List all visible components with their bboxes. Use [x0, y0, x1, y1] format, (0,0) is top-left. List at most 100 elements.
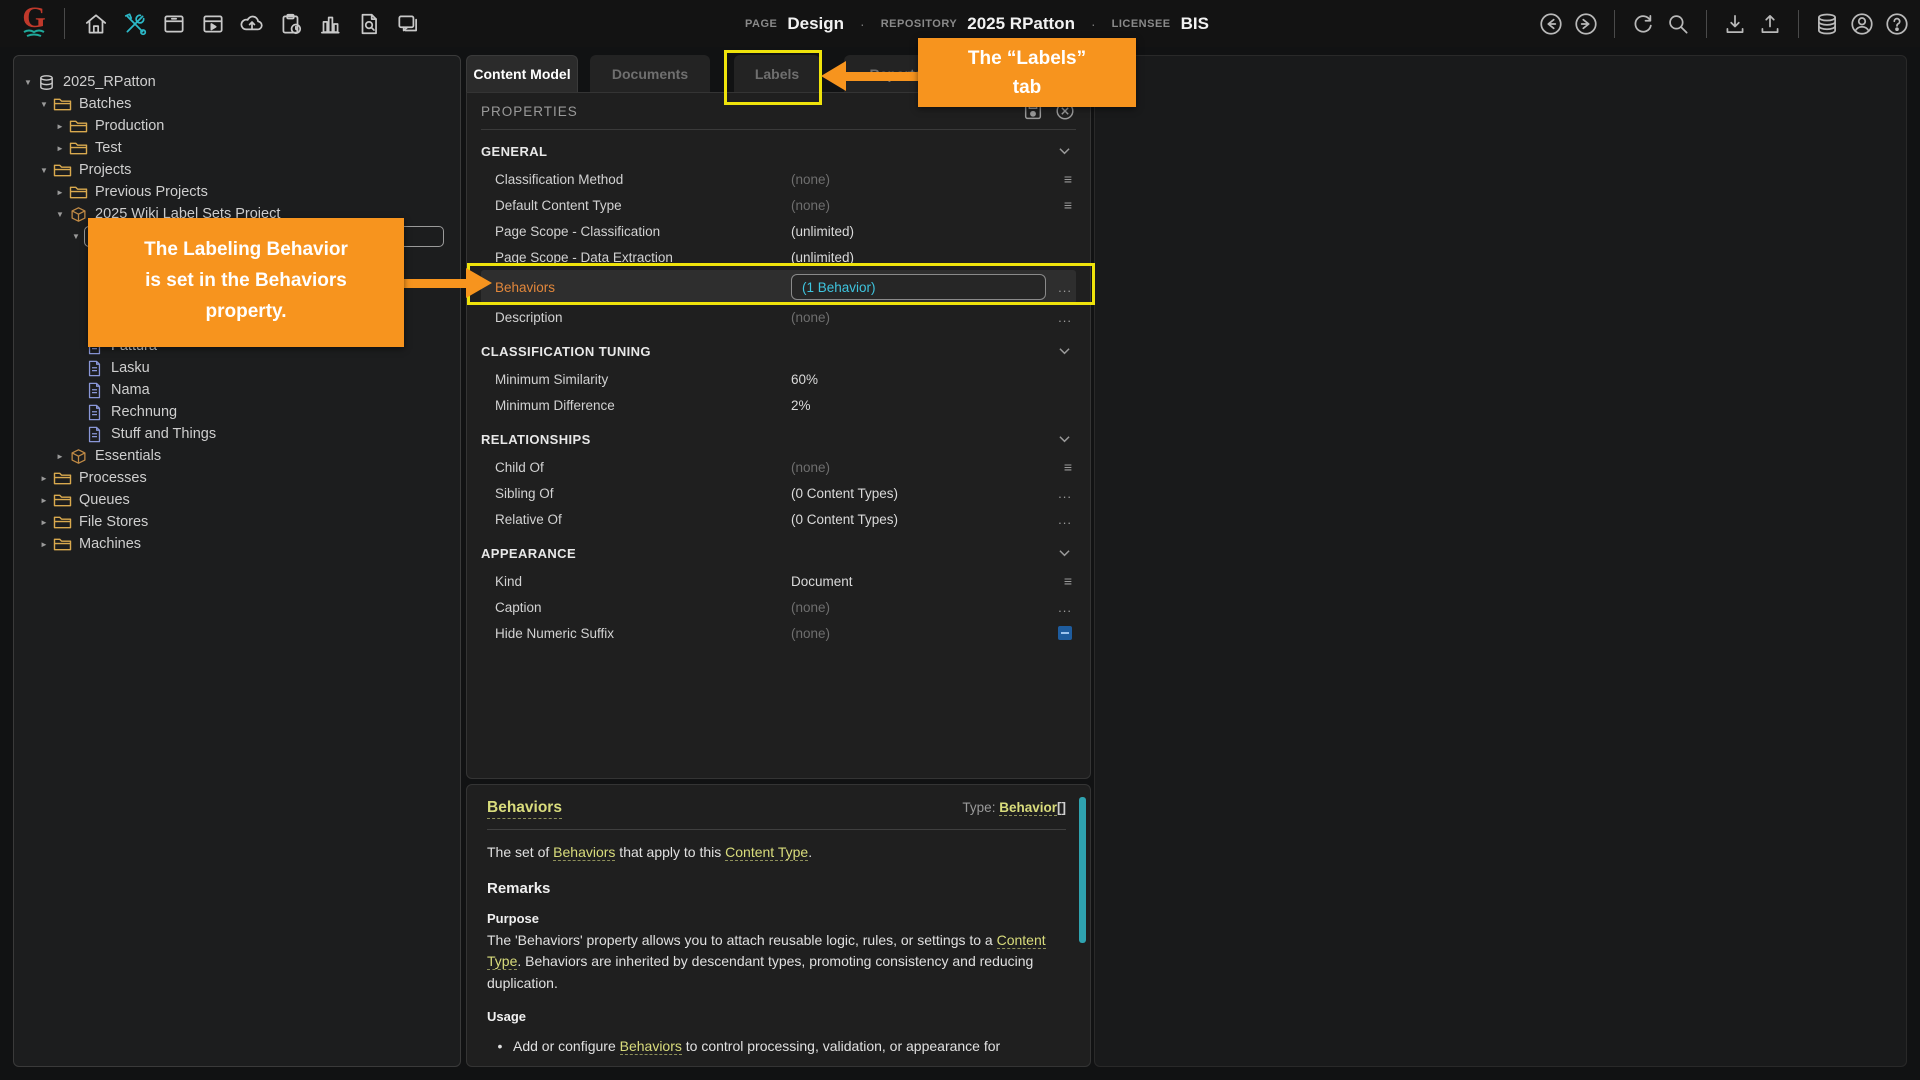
- property-value[interactable]: (none): [791, 626, 1046, 641]
- expander-closed-icon[interactable]: ►: [52, 188, 68, 197]
- ellipsis-icon[interactable]: ...: [1046, 310, 1076, 325]
- property-row-child-of[interactable]: Child Of(none)≡: [481, 454, 1076, 480]
- tree-item-production[interactable]: ►Production: [14, 115, 460, 137]
- expander-open-icon[interactable]: ▼: [68, 232, 84, 241]
- expander-closed-icon[interactable]: ►: [52, 452, 68, 461]
- ellipsis-icon[interactable]: ...: [1046, 600, 1076, 615]
- property-row-minimum-similarity[interactable]: Minimum Similarity60%: [481, 366, 1076, 392]
- help-icon[interactable]: [1884, 11, 1910, 37]
- expander-closed-icon[interactable]: ►: [36, 518, 52, 527]
- expander-closed-icon[interactable]: ►: [36, 496, 52, 505]
- tree-item-lasku[interactable]: Lasku: [14, 357, 460, 379]
- expander-open-icon[interactable]: ▼: [36, 166, 52, 175]
- home-icon[interactable]: [82, 10, 110, 38]
- chat-icon[interactable]: [394, 10, 422, 38]
- property-value[interactable]: (none): [791, 600, 1046, 615]
- chevron-down-icon: [1059, 342, 1070, 360]
- build-tools-icon[interactable]: [121, 10, 149, 38]
- breadcrumb-repository-value[interactable]: 2025 RPatton: [967, 14, 1075, 34]
- stats-icon[interactable]: [316, 10, 344, 38]
- property-value[interactable]: (0 Content Types): [791, 512, 1046, 527]
- toolbar-right: [1538, 0, 1910, 47]
- tree-item-file-stores[interactable]: ►File Stores: [14, 511, 460, 533]
- tree-item-2025-rpatton[interactable]: ▼2025_RPatton: [14, 71, 460, 93]
- section-header-general[interactable]: GENERAL: [481, 136, 1076, 166]
- expander-open-icon[interactable]: ▼: [36, 100, 52, 109]
- property-value[interactable]: Document: [791, 574, 1046, 589]
- property-row-kind[interactable]: KindDocument≡: [481, 568, 1076, 594]
- property-row-sibling-of[interactable]: Sibling Of(0 Content Types)...: [481, 480, 1076, 506]
- expander-open-icon[interactable]: ▼: [52, 210, 68, 219]
- behaviors-link[interactable]: Behaviors: [620, 1038, 682, 1055]
- property-value[interactable]: 60%: [791, 372, 1046, 387]
- menu-icon[interactable]: ≡: [1046, 459, 1076, 475]
- tree-item-stuff-and-things[interactable]: Stuff and Things: [14, 423, 460, 445]
- tree-item-projects[interactable]: ▼Projects: [14, 159, 460, 181]
- menu-icon[interactable]: ≡: [1046, 197, 1076, 213]
- ellipsis-icon[interactable]: ...: [1046, 486, 1076, 501]
- expander-closed-icon[interactable]: ►: [36, 474, 52, 483]
- property-value[interactable]: (none): [791, 172, 1046, 187]
- property-row-page-scope-classification[interactable]: Page Scope - Classification(unlimited): [481, 218, 1076, 244]
- tree-item-batches[interactable]: ▼Batches: [14, 93, 460, 115]
- grooper-logo[interactable]: G: [14, 3, 54, 45]
- nav-forward-icon[interactable]: [1573, 11, 1599, 37]
- property-row-description[interactable]: Description(none)...: [481, 304, 1076, 330]
- batch-processing-icon[interactable]: [199, 10, 227, 38]
- property-row-relative-of[interactable]: Relative Of(0 Content Types)...: [481, 506, 1076, 532]
- help-type-link[interactable]: Behavior: [999, 800, 1057, 816]
- tree-item-nama[interactable]: Nama: [14, 379, 460, 401]
- property-value[interactable]: (none): [791, 310, 1046, 325]
- property-row-classification-method[interactable]: Classification Method(none)≡: [481, 166, 1076, 192]
- tree-item-machines[interactable]: ►Machines: [14, 533, 460, 555]
- cloud-upload-icon[interactable]: [238, 10, 266, 38]
- expander-closed-icon[interactable]: ►: [52, 122, 68, 131]
- behaviors-link[interactable]: Behaviors: [553, 844, 615, 861]
- database-icon[interactable]: [1814, 11, 1840, 37]
- property-row-hide-numeric-suffix[interactable]: Hide Numeric Suffix(none): [481, 620, 1076, 646]
- property-row-caption[interactable]: Caption(none)...: [481, 594, 1076, 620]
- menu-icon[interactable]: ≡: [1046, 573, 1076, 589]
- folder-icon: [52, 161, 72, 179]
- property-value[interactable]: (none): [791, 460, 1046, 475]
- menu-icon[interactable]: ≡: [1046, 171, 1076, 187]
- property-value[interactable]: (0 Content Types): [791, 486, 1046, 501]
- section-header-appearance[interactable]: APPEARANCE: [481, 538, 1076, 568]
- tab-content-model[interactable]: Content Model: [466, 55, 578, 92]
- refresh-icon[interactable]: [1630, 11, 1656, 37]
- tree-item-queues[interactable]: ►Queues: [14, 489, 460, 511]
- ellipsis-icon[interactable]: ...: [1046, 512, 1076, 527]
- expander-open-icon[interactable]: ▼: [20, 78, 36, 87]
- nav-back-icon[interactable]: [1538, 11, 1564, 37]
- storage-icon[interactable]: [160, 10, 188, 38]
- document-lookup-icon[interactable]: [355, 10, 383, 38]
- download-icon[interactable]: [1722, 11, 1748, 37]
- expander-closed-icon[interactable]: ►: [36, 540, 52, 549]
- property-value[interactable]: 2%: [791, 398, 1046, 413]
- expander-closed-icon[interactable]: ►: [52, 144, 68, 153]
- account-icon[interactable]: [1849, 11, 1875, 37]
- tasks-icon[interactable]: [277, 10, 305, 38]
- content-type-link[interactable]: Content Type: [725, 844, 808, 861]
- tree-item-previous-projects[interactable]: ►Previous Projects: [14, 181, 460, 203]
- tree-item-essentials[interactable]: ►Essentials: [14, 445, 460, 467]
- help-remarks-heading: Remarks: [487, 880, 1066, 897]
- section-header-relationships[interactable]: RELATIONSHIPS: [481, 424, 1076, 454]
- breadcrumb-licensee-label: LICENSEE: [1112, 18, 1171, 30]
- tree-item-rechnung[interactable]: Rechnung: [14, 401, 460, 423]
- breadcrumb-page-value[interactable]: Design: [787, 14, 844, 34]
- tree-item-test[interactable]: ►Test: [14, 137, 460, 159]
- tree-item-processes[interactable]: ►Processes: [14, 467, 460, 489]
- help-scrollbar-thumb[interactable]: [1079, 797, 1086, 943]
- property-value[interactable]: (none): [791, 198, 1046, 213]
- property-row-default-content-type[interactable]: Default Content Type(none)≡: [481, 192, 1076, 218]
- checkbox-indeterminate-icon[interactable]: [1046, 626, 1076, 640]
- section-header-classification-tuning[interactable]: CLASSIFICATION TUNING: [481, 336, 1076, 366]
- help-title-link[interactable]: Behaviors: [487, 799, 562, 819]
- search-icon[interactable]: [1665, 11, 1691, 37]
- section-title: CLASSIFICATION TUNING: [481, 344, 651, 359]
- tab-documents[interactable]: Documents: [590, 55, 710, 92]
- property-value[interactable]: (unlimited): [791, 224, 1046, 239]
- upload-icon[interactable]: [1757, 11, 1783, 37]
- property-row-minimum-difference[interactable]: Minimum Difference2%: [481, 392, 1076, 418]
